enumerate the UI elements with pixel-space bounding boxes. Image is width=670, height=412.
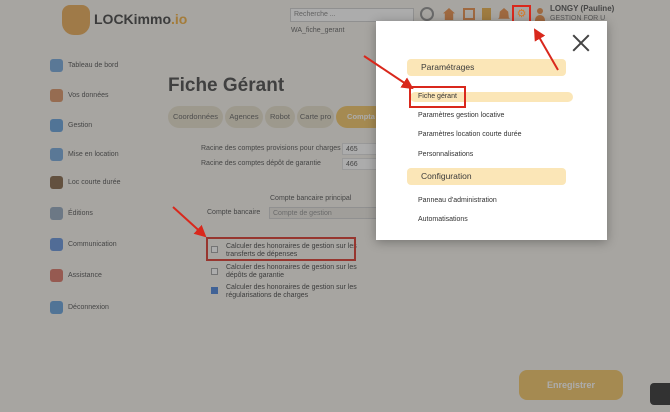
arrow-to-fiche-gerant xyxy=(363,55,414,90)
annotation-arrows xyxy=(172,28,559,238)
arrow-to-checkbox xyxy=(172,206,207,238)
arrow-to-gear xyxy=(534,28,559,71)
